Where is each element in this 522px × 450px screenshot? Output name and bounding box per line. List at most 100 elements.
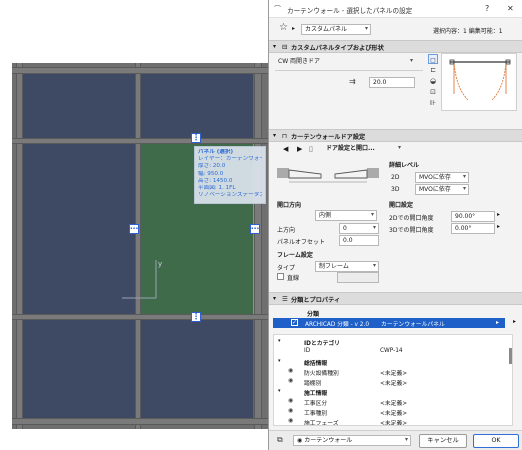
- transom: [12, 138, 268, 144]
- elevation-view-icon[interactable]: ⊏: [428, 65, 438, 75]
- thickness-input[interactable]: 20.0: [369, 77, 415, 88]
- straight-checkbox[interactable]: [277, 273, 284, 280]
- classification-scroll-icon[interactable]: ▸: [513, 318, 516, 325]
- angle-2d-input[interactable]: 90.00°: [451, 211, 495, 222]
- favorite-arrow-icon[interactable]: ▸: [292, 25, 295, 32]
- prev-arrow-icon[interactable]: ◀: [283, 145, 288, 153]
- thickness-icon: ⇉: [349, 77, 356, 86]
- properties-scrollbar[interactable]: [509, 348, 512, 364]
- selection-handle-left[interactable]: ⋯: [129, 224, 139, 234]
- frame-settings-label: フレーム設定: [277, 252, 313, 259]
- cancel-button[interactable]: キャンセル: [419, 434, 467, 448]
- dialog-footer: ⧉ ◉カーテンウォール キャンセル OK: [269, 430, 522, 450]
- label-3d: 3D: [391, 186, 400, 193]
- curtain-panel[interactable]: [140, 319, 254, 419]
- property-row[interactable]: ◉ 施工フェーズ <未定義>: [274, 417, 512, 425]
- property-group-row[interactable]: ▾ 総括情報: [274, 357, 512, 367]
- section-door-settings[interactable]: ▾ ⊓ カーテンウォールドア設定: [269, 129, 522, 142]
- mullion: [254, 63, 262, 429]
- detail-2d-select[interactable]: MVOに依存: [415, 172, 469, 183]
- panel-preview: [441, 53, 517, 111]
- visibility-icon: ◉: [288, 417, 294, 424]
- tooltip-line: 高さ: 1450.0: [198, 177, 233, 184]
- selection-handle-top[interactable]: ⋮: [191, 133, 201, 143]
- visibility-icon: ◉: [288, 397, 294, 404]
- tooltip-line: リノベーションステータス: 既存: [198, 192, 262, 199]
- opening-direction-label: 開口方向: [277, 202, 302, 209]
- visibility-icon: ◉: [288, 407, 294, 414]
- layer-select[interactable]: ◉ カーテンウォール: [293, 435, 411, 446]
- property-row[interactable]: ◉ 工事区分 <未定義>: [274, 397, 512, 407]
- help-button[interactable]: ?: [485, 4, 489, 13]
- property-group-row[interactable]: ▾ 施工情報: [274, 387, 512, 397]
- mullion: [135, 63, 141, 429]
- divider: [275, 70, 423, 71]
- axis-y-label: y: [158, 260, 162, 268]
- document-icon: ▯: [309, 145, 313, 153]
- layer-icon: ⧉: [277, 435, 283, 444]
- direction-select[interactable]: 内側: [315, 210, 377, 221]
- panel-info-tooltip: パネル (選択) レイヤー：カーテンウォール 厚さ: 20.0 幅: 950.0…: [194, 146, 266, 204]
- up-label: 上方向: [277, 227, 296, 234]
- curtain-wall[interactable]: [12, 63, 268, 429]
- favorite-star-icon[interactable]: ☆: [279, 22, 288, 33]
- detail-view-icon[interactable]: ⊪: [428, 98, 438, 108]
- dialog-titlebar[interactable]: ⌒ カーテンウォール - 選択したパネルの設定 ? ✕: [269, 0, 522, 18]
- transom: [12, 67, 268, 74]
- preview-view-toolbar: ◻ ⊏ ◒ ⊡ ⊪: [427, 54, 439, 108]
- next-arrow-icon[interactable]: ▶: [297, 145, 302, 153]
- floor-plan-viewport[interactable]: ⋮ ⋯ ⋯ ⋮ y パネル (選択) レイヤー：カーテンウォール 厚さ: 20.…: [0, 0, 268, 450]
- angle-3d-input[interactable]: 0.00°: [451, 223, 495, 234]
- panel-type-select[interactable]: CW 両開きドア: [275, 57, 415, 68]
- frame-type-select[interactable]: 制フレーム: [315, 261, 379, 272]
- door-preview-drawing: [449, 59, 511, 101]
- plan-view-icon[interactable]: ◻: [428, 54, 438, 64]
- favorite-preset-select[interactable]: カスタムパネル: [301, 24, 371, 35]
- up-select[interactable]: 0: [339, 223, 379, 234]
- transom: [12, 418, 268, 425]
- tooltip-line: 平面図: 1. 1FL: [198, 185, 236, 192]
- tooltip-title: パネル (選択): [198, 149, 234, 155]
- classification-system: ARCHICAD 分類 - v 2.0: [305, 322, 370, 328]
- straight-label: 直線: [287, 275, 300, 282]
- tooltip-line: 幅: 950.0: [198, 170, 224, 177]
- transom: [12, 314, 268, 320]
- curtain-panel[interactable]: [22, 319, 136, 419]
- section-classification[interactable]: ▾ ☰ 分類とプロパティ: [269, 292, 522, 305]
- detail-3d-select[interactable]: MVOに依存: [415, 184, 469, 195]
- 3d-view-icon[interactable]: ◒: [428, 76, 438, 86]
- door-page-select[interactable]: ドア設定と開口...: [323, 144, 403, 155]
- angle-2d-label: 2Dでの開口角度: [389, 215, 434, 222]
- detail-level-label: 詳細レベル: [389, 162, 420, 169]
- panel-offset-input[interactable]: 0.0: [339, 235, 379, 246]
- classification-arrow-icon[interactable]: ▸: [496, 319, 499, 326]
- angle-2d-spinner-icon[interactable]: ▸: [497, 211, 500, 218]
- classification-row[interactable]: ✓ ARCHICAD 分類 - v 2.0 カーテンウォールパネル ▸: [273, 318, 505, 328]
- selection-handle-right[interactable]: ⋯: [250, 224, 260, 234]
- door-plan-drawing: [277, 168, 379, 183]
- property-row[interactable]: ◉ 工事種別 <未定義>: [274, 407, 512, 417]
- curtain-panel[interactable]: [22, 73, 136, 139]
- mullion: [16, 63, 23, 429]
- straight-value-input[interactable]: [337, 272, 379, 283]
- angle-3d-spinner-icon[interactable]: ▸: [497, 223, 500, 230]
- classification-item: カーテンウォールパネル: [381, 322, 445, 328]
- property-row[interactable]: ◉ 踏棚別 <未定義>: [274, 377, 512, 387]
- opening-settings-label: 開口設定: [389, 202, 414, 209]
- panel-settings-dialog: ⌒ カーテンウォール - 選択したパネルの設定 ? ✕ ☆ ▸ カスタムパネル …: [268, 0, 522, 450]
- ok-button[interactable]: OK: [473, 434, 519, 448]
- visibility-icon: ◉: [288, 377, 294, 384]
- property-group-row[interactable]: ▾ IDとカテゴリ: [274, 337, 512, 347]
- selection-handle-bottom[interactable]: ⋮: [191, 312, 201, 322]
- section-view-icon[interactable]: ⊡: [428, 87, 438, 97]
- section-panel-type[interactable]: ▾ ⊟ カスタムパネルタイプおよび形状: [269, 40, 522, 53]
- curtain-panel[interactable]: [140, 73, 254, 139]
- property-row[interactable]: ID CWP-14: [274, 347, 512, 356]
- close-button[interactable]: ✕: [507, 4, 514, 13]
- visibility-icon: ◉: [288, 367, 294, 374]
- door-plan-preview: [277, 160, 379, 190]
- classification-header: 分類: [307, 311, 320, 318]
- property-row[interactable]: ◉ 防火設備種別 <未定義>: [274, 367, 512, 377]
- classification-checkbox[interactable]: ✓: [291, 319, 298, 326]
- tooltip-line: 厚さ: 20.0: [198, 163, 226, 170]
